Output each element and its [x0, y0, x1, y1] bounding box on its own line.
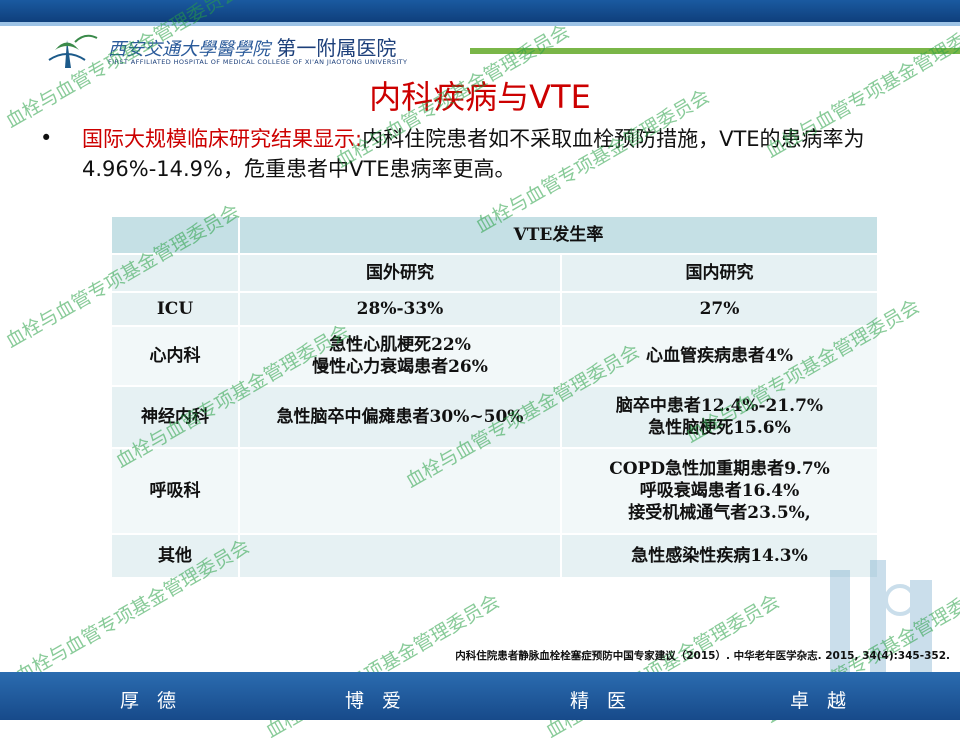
- hospital-name: 西安交通大學醫學院 第一附属医院: [108, 32, 396, 61]
- table-corner-cell: [110, 215, 240, 255]
- dept-cell: 其他: [110, 533, 240, 579]
- slide-title: 内科疾病与VTE: [369, 78, 591, 116]
- domestic-cell: COPD急性加重期患者9.7% 呼吸衰竭患者16.4% 接受机械通气者23.5%…: [560, 447, 879, 535]
- col-foreign-header: 国外研究: [238, 253, 562, 293]
- green-accent-bar: [470, 48, 960, 54]
- table-row: 心内科 急性心肌梗死22% 慢性心力衰竭患者26% 心血管疾病患者4%: [110, 325, 879, 387]
- domestic-cell: 心血管疾病患者4%: [560, 325, 879, 387]
- top-banner: [0, 0, 960, 22]
- vte-incidence-table: VTE发生率 国外研究 国内研究 ICU 28%-33% 27% 心内科 急性心…: [110, 215, 879, 579]
- hospital-name-script: 西安交通大學醫學院: [108, 39, 270, 60]
- table-row: 其他 急性感染性疾病14.3%: [110, 533, 879, 579]
- bullet-text: 国际大规模临床研究结果显示:内科住院患者如不采取血栓预防措施，VTE的患病率为4…: [82, 124, 942, 184]
- table-row: 呼吸科 COPD急性加重期患者9.7% 呼吸衰竭患者16.4% 接受机械通气者2…: [110, 447, 879, 535]
- foreign-cell: 急性脑卒中偏瘫患者30%~50%: [238, 385, 562, 449]
- hospital-name-en: FIRST AFFILIATED HOSPITAL OF MEDICAL COL…: [108, 58, 408, 66]
- table-header-row: VTE发生率: [110, 215, 879, 255]
- foreign-cell: [238, 447, 562, 535]
- bullet-dot: •: [40, 126, 53, 150]
- dept-cell: ICU: [110, 291, 240, 327]
- motto-2: 博爱: [345, 690, 420, 712]
- dept-cell: 心内科: [110, 325, 240, 387]
- table-subheader-blank: [110, 253, 240, 293]
- bullet-red-text: 国际大规模临床研究结果显示:: [82, 127, 363, 151]
- reference-citation: 内科住院患者静脉血栓栓塞症预防中国专家建议（2015）. 中华老年医学杂志. 2…: [455, 650, 950, 662]
- domestic-cell: 脑卒中患者12.4%-21.7% 急性脑梗死15.6%: [560, 385, 879, 449]
- dept-cell: 神经内科: [110, 385, 240, 449]
- motto-1: 厚德: [120, 690, 195, 712]
- foreign-cell: 28%-33%: [238, 291, 562, 327]
- top-banner-accent: [0, 22, 960, 26]
- table-row: 神经内科 急性脑卒中偏瘫患者30%~50% 脑卒中患者12.4%-21.7% 急…: [110, 385, 879, 449]
- table-header-cell: VTE发生率: [238, 215, 879, 255]
- motto-4: 卓越: [790, 690, 865, 712]
- table-row: ICU 28%-33% 27%: [110, 291, 879, 327]
- foreign-cell: 急性心肌梗死22% 慢性心力衰竭患者26%: [238, 325, 562, 387]
- dept-cell: 呼吸科: [110, 447, 240, 535]
- table-subheader-row: 国外研究 国内研究: [110, 253, 879, 293]
- col-domestic-header: 国内研究: [560, 253, 879, 293]
- hospital-logo-icon: [48, 34, 98, 68]
- foreign-cell: [238, 533, 562, 579]
- hospital-name-main: 第一附属医院: [276, 36, 397, 60]
- domestic-cell: 27%: [560, 291, 879, 327]
- motto-3: 精医: [570, 690, 645, 712]
